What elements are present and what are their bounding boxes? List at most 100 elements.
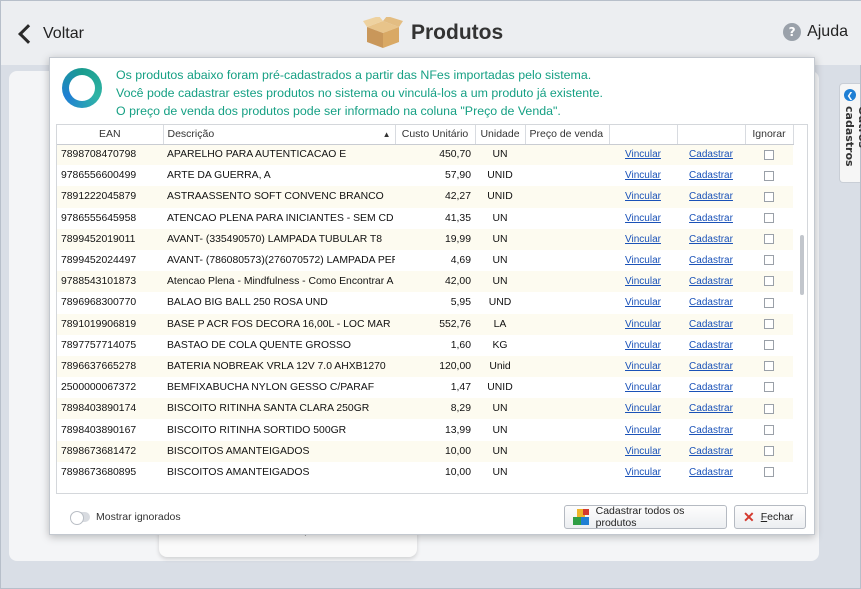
- help-button[interactable]: ? Ajuda: [783, 23, 848, 41]
- cell-preco-input[interactable]: [525, 377, 609, 399]
- vincular-link[interactable]: Vincular: [625, 276, 661, 287]
- show-ignored-toggle[interactable]: Mostrar ignorados: [70, 511, 181, 525]
- table-row[interactable]: 7898403890167 BISCOITO RITINHA SORTIDO 50…: [57, 419, 793, 441]
- cadastrar-link[interactable]: Cadastrar: [689, 467, 733, 478]
- vincular-link[interactable]: Vincular: [625, 425, 661, 436]
- table-row[interactable]: 7898673681472 BISCOITOS AMANTEIGADOS 10,00…: [57, 440, 793, 462]
- table-row[interactable]: 9786555645958 ATENCAO PLENA PARA INICIANT…: [57, 207, 793, 229]
- table-row[interactable]: 7896637665278 BATERIA NOBREAK VRLA 12V 7.…: [57, 355, 793, 378]
- col-header-preco[interactable]: Preço de venda: [525, 125, 610, 145]
- vincular-link[interactable]: Vincular: [625, 340, 661, 351]
- back-button[interactable]: Voltar: [15, 21, 84, 47]
- cadastrar-link[interactable]: Cadastrar: [689, 319, 733, 330]
- ignore-checkbox[interactable]: [764, 234, 774, 245]
- vincular-link[interactable]: Vincular: [625, 255, 661, 266]
- vincular-link[interactable]: Vincular: [625, 297, 661, 308]
- help-label: Ajuda: [807, 23, 848, 40]
- ignore-checkbox[interactable]: [764, 340, 774, 351]
- cadastrar-link[interactable]: Cadastrar: [689, 425, 733, 436]
- col-header-custo[interactable]: Custo Unitário: [395, 125, 476, 145]
- cell-preco-input[interactable]: [525, 228, 609, 250]
- vincular-link[interactable]: Vincular: [625, 170, 661, 181]
- close-button[interactable]: ✕ Fechar: [734, 505, 806, 529]
- ignore-checkbox[interactable]: [764, 382, 774, 393]
- table-row[interactable]: 7897757714075 BASTAO DE COLA QUENTE GROSS…: [57, 334, 793, 356]
- table-row[interactable]: 7891222045879 ASTRAASSENTO SOFT CONVENC B…: [57, 186, 793, 208]
- col-header-ean[interactable]: EAN: [57, 125, 164, 145]
- ignore-checkbox[interactable]: [764, 445, 774, 456]
- ignore-checkbox[interactable]: [764, 149, 774, 160]
- cadastrar-link[interactable]: Cadastrar: [689, 446, 733, 457]
- cell-preco-input[interactable]: [525, 186, 609, 208]
- cell-ean: 7898403890174: [57, 398, 163, 420]
- table-scrollbar[interactable]: [800, 235, 804, 295]
- side-tab-outros-cadastros[interactable]: ❮ Outros cadastros: [839, 83, 861, 183]
- cadastrar-link[interactable]: Cadastrar: [689, 361, 733, 372]
- info-line: Você pode cadastrar estes produtos no si…: [116, 86, 603, 100]
- vincular-link[interactable]: Vincular: [625, 213, 661, 224]
- vincular-link[interactable]: Vincular: [625, 234, 661, 245]
- ignore-checkbox[interactable]: [764, 361, 774, 372]
- cadastrar-link[interactable]: Cadastrar: [689, 297, 733, 308]
- vincular-link[interactable]: Vincular: [625, 382, 661, 393]
- ignore-checkbox[interactable]: [764, 297, 774, 308]
- cell-preco-input[interactable]: [525, 334, 609, 356]
- ignore-checkbox[interactable]: [764, 170, 774, 181]
- register-all-button[interactable]: Cadastrar todos os produtos: [564, 505, 727, 529]
- cell-preco-input[interactable]: [525, 271, 609, 293]
- cell-preco-input[interactable]: [525, 292, 609, 314]
- ignore-checkbox[interactable]: [764, 403, 774, 414]
- cell-preco-input[interactable]: [525, 207, 609, 229]
- cell-preco-input[interactable]: [525, 313, 609, 335]
- vincular-link[interactable]: Vincular: [625, 361, 661, 372]
- table-row[interactable]: 2500000067372 BEMFIXABUCHA NYLON GESSO C/…: [57, 377, 793, 399]
- cell-preco-input[interactable]: [525, 144, 609, 166]
- cadastrar-link[interactable]: Cadastrar: [689, 213, 733, 224]
- table-row[interactable]: 9786556600499 ARTE DA GUERRA, A 57,90 UNID V…: [57, 165, 793, 187]
- table-row[interactable]: 7896968300770 BALAO BIG BALL 250 ROSA UND…: [57, 292, 793, 314]
- ignore-checkbox[interactable]: [764, 467, 774, 478]
- cadastrar-link[interactable]: Cadastrar: [689, 382, 733, 393]
- ignore-checkbox[interactable]: [764, 255, 774, 266]
- col-header-descricao[interactable]: Descrição ▲: [163, 125, 396, 145]
- cell-preco-input[interactable]: [525, 419, 609, 441]
- table-row[interactable]: 7891019906819 BASE P ACR FOS DECORA 16,00…: [57, 313, 793, 335]
- table-row[interactable]: 7899452024497 AVANT- (786080573)(27607057…: [57, 249, 793, 272]
- vincular-link[interactable]: Vincular: [625, 149, 661, 160]
- cell-preco-input[interactable]: [525, 165, 609, 187]
- cell-preco-input[interactable]: [525, 249, 609, 272]
- cadastrar-link[interactable]: Cadastrar: [689, 149, 733, 160]
- table-row[interactable]: 7898708470798 APARELHO PARA AUTENTICACAO …: [57, 144, 793, 166]
- col-header-ignorar[interactable]: Ignorar: [745, 125, 794, 145]
- cell-preco-input[interactable]: [525, 398, 609, 420]
- cell-preco-input[interactable]: [525, 461, 609, 483]
- vincular-link[interactable]: Vincular: [625, 446, 661, 457]
- vincular-link[interactable]: Vincular: [625, 191, 661, 202]
- cadastrar-link[interactable]: Cadastrar: [689, 276, 733, 287]
- ignore-checkbox[interactable]: [764, 276, 774, 287]
- toggle-switch[interactable]: [70, 511, 90, 525]
- vincular-link[interactable]: Vincular: [625, 319, 661, 330]
- cadastrar-link[interactable]: Cadastrar: [689, 234, 733, 245]
- col-header-unidade[interactable]: Unidade: [475, 125, 526, 145]
- ignore-checkbox[interactable]: [764, 212, 774, 223]
- ignore-checkbox[interactable]: [764, 191, 774, 202]
- products-table-container[interactable]: EAN Descrição ▲ Custo Unitário Unidade Pr…: [56, 124, 808, 494]
- cell-preco-input[interactable]: [525, 440, 609, 462]
- vincular-link[interactable]: Vincular: [625, 403, 661, 414]
- cadastrar-link[interactable]: Cadastrar: [689, 403, 733, 414]
- table-row[interactable]: 9788543101873 Atencao Plena - Mindfulness…: [57, 271, 793, 293]
- ignore-checkbox[interactable]: [764, 424, 774, 435]
- cadastrar-link[interactable]: Cadastrar: [689, 170, 733, 181]
- cell-custo: 42,27: [395, 186, 475, 208]
- table-row[interactable]: 7899452019011 AVANT- (335490570) LAMPADA …: [57, 228, 793, 250]
- cell-preco-input[interactable]: [525, 355, 609, 378]
- cadastrar-link[interactable]: Cadastrar: [689, 340, 733, 351]
- cell-descricao: BISCOITO RITINHA SORTIDO 500GR: [163, 419, 395, 441]
- ignore-checkbox[interactable]: [764, 318, 774, 329]
- table-row[interactable]: 7898673680895 BISCOITOS AMANTEIGADOS 10,00…: [57, 461, 793, 483]
- vincular-link[interactable]: Vincular: [625, 467, 661, 478]
- cadastrar-link[interactable]: Cadastrar: [689, 255, 733, 266]
- cadastrar-link[interactable]: Cadastrar: [689, 191, 733, 202]
- table-row[interactable]: 7898403890174 BISCOITO RITINHA SANTA CLAR…: [57, 398, 793, 420]
